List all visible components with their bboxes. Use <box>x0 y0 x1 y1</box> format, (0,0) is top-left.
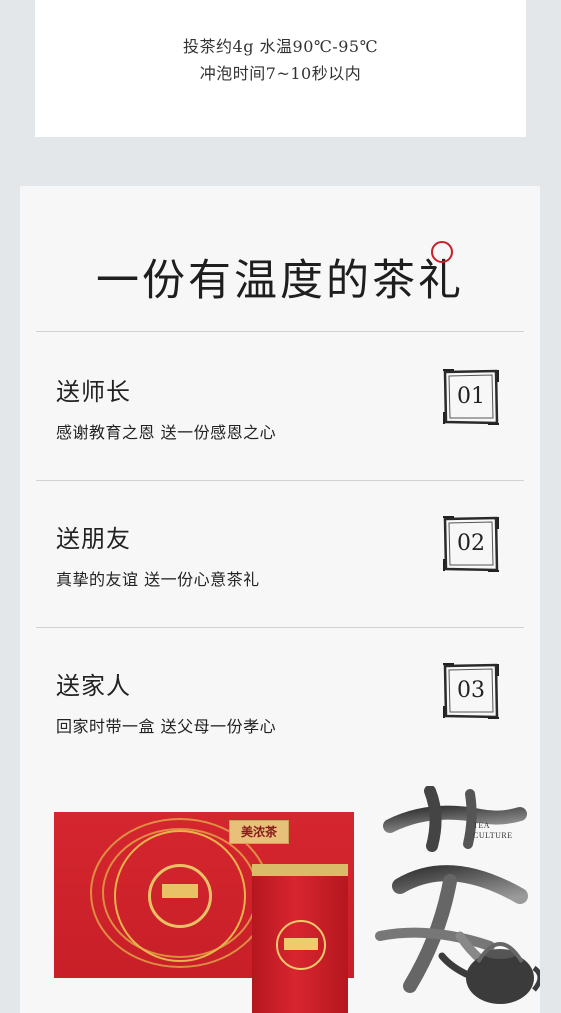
number-frame-icon: 02 <box>442 515 500 573</box>
divider <box>36 627 524 628</box>
gift-item-desc: 真挚的友谊 送一份心意茶礼 <box>56 570 260 589</box>
gift-item-family: 送家人 回家时带一盒 送父母一份孝心 03 <box>20 663 540 806</box>
divider <box>36 480 524 481</box>
number-frame-icon: 03 <box>442 662 500 720</box>
tea-culture-line2: CULTURE <box>473 831 513 840</box>
brewing-instructions-card: 投茶约4g 水温90℃-95℃ 冲泡时间7~10秒以内 <box>35 0 526 137</box>
red-tea-tin-image <box>252 864 348 1013</box>
gift-item-title: 送师长 <box>56 378 131 406</box>
tin-label <box>284 938 318 950</box>
divider <box>36 331 524 332</box>
gift-item-teachers: 送师长 感谢教育之恩 送一份感恩之心 01 <box>20 369 540 512</box>
gift-item-number: 03 <box>457 678 485 703</box>
number-frame-icon: 01 <box>442 368 500 426</box>
brewing-amount-temperature: 投茶约4g 水温90℃-95℃ <box>183 37 378 56</box>
gift-item-number: 01 <box>457 384 485 409</box>
gift-item-friends: 送朋友 真挚的友谊 送一份心意茶礼 02 <box>20 516 540 659</box>
teapot-icon <box>438 942 540 1004</box>
tin-lid <box>252 864 348 876</box>
brand-tag-text: 美浓茶 <box>240 825 277 839</box>
tea-calligraphy-icon <box>375 786 540 1004</box>
section-headline: 一份有温度的茶礼 <box>96 256 464 306</box>
gift-box-emblem-label <box>162 884 198 898</box>
gift-item-number: 02 <box>457 531 485 556</box>
gift-item-title: 送朋友 <box>56 525 131 553</box>
gift-item-desc: 回家时带一盒 送父母一份孝心 <box>56 717 277 736</box>
tea-culture-line1: TEA <box>473 821 491 830</box>
red-circle-accent-icon <box>431 241 453 263</box>
brewing-time: 冲泡时间7~10秒以内 <box>199 64 362 83</box>
gift-item-desc: 感谢教育之恩 送一份感恩之心 <box>56 423 277 442</box>
gift-item-title: 送家人 <box>56 672 131 700</box>
gift-section-card: 一份有温度的茶礼 送师长 感谢教育之恩 送一份感恩之心 01 送朋友 真挚的友谊… <box>20 186 540 1013</box>
tea-culture-caption: TEA CULTURE <box>473 821 513 841</box>
brand-tag: 美浓茶 <box>229 820 289 844</box>
